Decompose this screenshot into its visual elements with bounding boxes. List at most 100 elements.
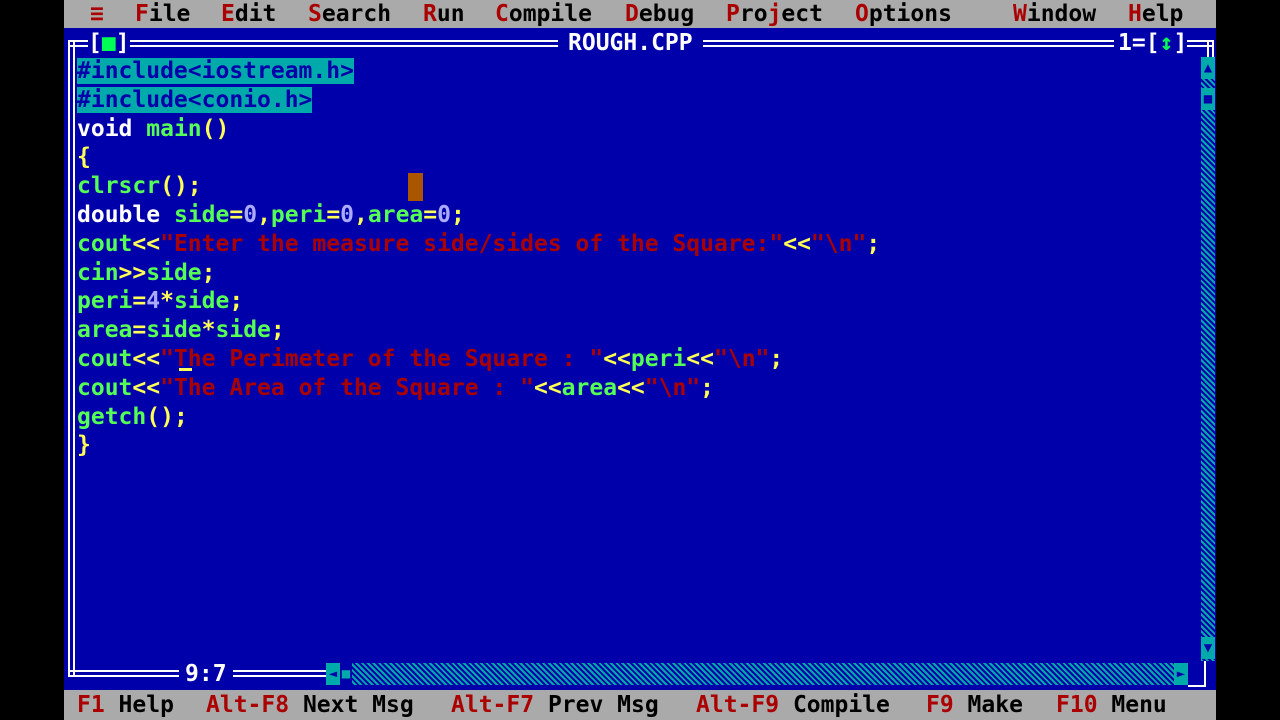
code-token: = <box>326 202 341 228</box>
code-token: ; <box>270 317 285 344</box>
code-token: << <box>783 230 811 257</box>
fkey-prev-msg-label: Prev Msg <box>534 692 659 718</box>
menu-options[interactable]: Options <box>855 0 952 28</box>
code-token: = <box>132 317 147 344</box>
code-token: * <box>201 317 216 344</box>
fkey-make[interactable]: F9 Make <box>926 690 1023 720</box>
close-bracket-open: [ <box>88 30 102 56</box>
menu-edit-hotkey: E <box>221 1 235 27</box>
fkey-compile-label: Compile <box>779 692 890 718</box>
fkey-prev-msg[interactable]: Alt-F7 Prev Msg <box>451 690 659 720</box>
code-token: "The Perimeter of the Square : " <box>160 346 604 372</box>
code-line: area=side*side; <box>77 316 285 345</box>
menu-file[interactable]: File <box>135 0 190 28</box>
code-token: main <box>146 115 202 142</box>
code-token: side <box>215 317 271 344</box>
code-token: clrscr <box>77 173 161 200</box>
fkey-help-key: F1 <box>77 692 105 718</box>
menu-run[interactable]: Run <box>423 0 465 28</box>
scroll-down-icon[interactable]: ▼ <box>1201 637 1215 659</box>
code-token: 0 <box>243 202 258 228</box>
fkey-menu[interactable]: F10 Menu <box>1056 690 1167 720</box>
menu-help-hotkey: H <box>1128 1 1142 27</box>
fkey-help-label: Help <box>104 692 174 718</box>
status-bar: F1 Help Alt-F8 Next Msg Alt-F7 Prev Msg … <box>64 690 1216 720</box>
fkey-next-msg-key: Alt-F8 <box>206 692 290 718</box>
code-token: } <box>77 432 91 459</box>
scroll-up-icon[interactable]: ▲ <box>1201 57 1215 79</box>
caret-underline <box>179 368 192 371</box>
code-line: clrscr(); <box>77 172 202 201</box>
menu-window[interactable]: Window <box>1013 0 1096 28</box>
menu-edit-label: dit <box>234 1 277 27</box>
code-token: ; <box>866 230 881 257</box>
menu-debug-label: ebug <box>638 1 695 27</box>
scroll-right-icon[interactable]: ► <box>1174 663 1188 685</box>
system-menu-icon[interactable]: ≡ <box>90 0 104 28</box>
code-line: cin>>side; <box>77 259 216 288</box>
fkey-prev-msg-key: Alt-F7 <box>451 692 535 718</box>
resize-corner[interactable] <box>1188 661 1206 687</box>
menu-file-hotkey: F <box>135 1 149 27</box>
vertical-scroll-thumb[interactable]: ■ <box>1201 88 1215 110</box>
zoom-bracket-close: ] <box>1173 30 1188 56</box>
fkey-help[interactable]: F1 Help <box>77 690 174 720</box>
menu-search[interactable]: Search <box>308 0 391 28</box>
code-line: getch(); <box>77 403 188 432</box>
code-token: , <box>257 202 271 228</box>
menu-debug[interactable]: Debug <box>625 0 694 28</box>
horizontal-scrollbar[interactable] <box>326 663 1188 685</box>
code-line: cout<<"The Area of the Square : "<<area<… <box>77 374 714 403</box>
menu-project-label: ect <box>781 1 823 27</box>
code-token: getch <box>77 403 147 430</box>
turbo-cpp-ide: ≡ File Edit Search Run Compile Debug Pro… <box>64 0 1216 720</box>
fkey-make-label: Make <box>953 692 1023 718</box>
code-line: void main() <box>77 115 229 144</box>
code-token: side <box>146 259 202 286</box>
code-token: { <box>77 144 91 171</box>
code-token: () <box>201 115 230 142</box>
code-token: 0 <box>437 202 451 228</box>
code-token: "\n" <box>644 374 701 401</box>
menu-compile[interactable]: Compile <box>495 0 592 28</box>
code-token: double <box>77 202 161 228</box>
code-token: area <box>367 202 424 228</box>
code-token: cout <box>77 230 133 257</box>
code-line: peri=4*side; <box>77 287 243 316</box>
fkey-next-msg[interactable]: Alt-F8 Next Msg <box>206 690 414 720</box>
close-bracket-close: ] <box>115 30 130 56</box>
code-editor[interactable]: #include<iostream.h> #include<conio.h> v… <box>77 57 1201 657</box>
code-line: } <box>77 431 91 460</box>
code-line: cout<<"Enter the measure side/sides of t… <box>77 230 880 259</box>
menu-project[interactable]: Project <box>726 0 823 28</box>
menu-help[interactable]: Help <box>1128 0 1183 28</box>
fkey-compile-key: Alt-F9 <box>696 692 780 718</box>
zoom-icon: ↕ <box>1159 30 1174 56</box>
menu-search-label: earch <box>321 1 392 27</box>
code-line: { <box>77 143 91 172</box>
code-token: << <box>617 374 645 401</box>
menu-edit[interactable]: Edit <box>221 0 276 28</box>
window-title: ROUGH.CPP <box>558 29 703 57</box>
code-line: #include<conio.h> <box>77 86 313 115</box>
code-line: double side=0,peri=0,area=0; <box>77 201 465 230</box>
fkey-make-key: F9 <box>926 692 954 718</box>
code-token: #include<conio.h> <box>77 86 313 113</box>
fkey-menu-key: F10 <box>1056 692 1098 718</box>
code-token: side <box>173 202 230 228</box>
window-number-zoom[interactable]: 1=[↕] <box>1114 29 1188 57</box>
fkey-compile[interactable]: Alt-F9 Compile <box>696 690 890 720</box>
code-token: << <box>533 374 562 401</box>
code-token: side <box>173 288 230 315</box>
scroll-left-icon[interactable]: ◄ <box>326 663 340 685</box>
close-button[interactable]: [■] <box>88 29 130 57</box>
code-token: = <box>229 202 244 228</box>
vertical-scrollbar[interactable] <box>1201 57 1215 661</box>
code-token: = <box>423 202 438 228</box>
code-token: side <box>146 317 202 344</box>
close-icon: ■ <box>101 30 116 56</box>
code-token: << <box>132 230 161 257</box>
menu-bar: ≡ File Edit Search Run Compile Debug Pro… <box>64 0 1216 28</box>
horizontal-scroll-thumb[interactable]: ■ <box>340 663 352 685</box>
